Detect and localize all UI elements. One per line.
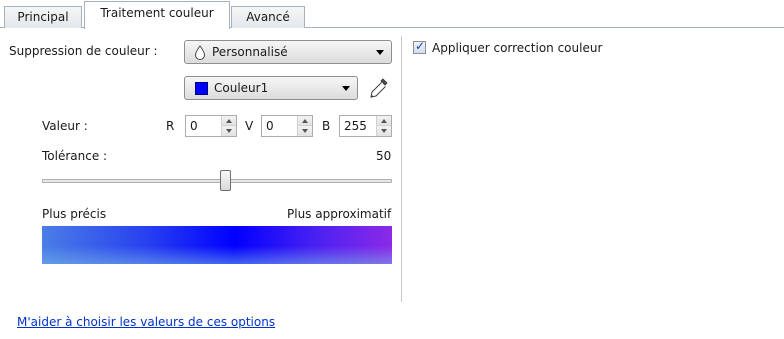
b-decrement-button[interactable] xyxy=(377,126,391,136)
b-value: 255 xyxy=(344,119,367,133)
more-approximate-label: Plus approximatif xyxy=(287,207,392,221)
b-spinner[interactable]: 255 xyxy=(339,115,392,137)
checkmark-icon: ✓ xyxy=(415,39,426,53)
eyedropper-icon[interactable] xyxy=(369,77,389,99)
tolerance-slider-track[interactable] xyxy=(42,179,392,183)
tab-traitement-couleur[interactable]: Traitement couleur xyxy=(84,1,230,29)
v-label: V xyxy=(245,119,254,133)
color-suppression-label: Suppression de couleur : xyxy=(9,44,158,58)
color-select-dropdown[interactable]: Couleur1 xyxy=(184,76,358,100)
r-spinner-buttons xyxy=(221,116,236,136)
v-decrement-button[interactable] xyxy=(298,126,312,136)
r-increment-button[interactable] xyxy=(222,116,236,126)
chevron-down-icon xyxy=(376,50,384,55)
color-suppression-value: Personnalisé xyxy=(212,45,288,59)
b-label: B xyxy=(322,119,331,133)
tab-bar: Principal Traitement couleur Avancé xyxy=(0,0,784,29)
tab-avance[interactable]: Avancé xyxy=(231,6,305,28)
drop-icon xyxy=(194,45,206,60)
v-increment-button[interactable] xyxy=(298,116,312,126)
color-suppression-dropdown[interactable]: Personnalisé xyxy=(184,40,392,64)
b-increment-button[interactable] xyxy=(377,116,391,126)
tolerance-label: Tolérance : xyxy=(42,149,108,163)
help-link[interactable]: M'aider à choisir les valeurs de ces opt… xyxy=(17,315,275,329)
tolerance-slider-thumb[interactable] xyxy=(219,170,231,191)
r-label: R xyxy=(166,119,175,133)
color-select-value: Couleur1 xyxy=(214,81,269,95)
v-spinner-buttons xyxy=(297,116,312,136)
color-swatch xyxy=(195,82,208,95)
color-tolerance-gradient xyxy=(42,226,392,264)
r-spinner[interactable]: 0 xyxy=(185,115,237,137)
panel-divider xyxy=(401,36,402,302)
v-value: 0 xyxy=(266,119,274,133)
v-spinner[interactable]: 0 xyxy=(261,115,313,137)
more-precise-label: Plus précis xyxy=(42,207,107,221)
tolerance-value: 50 xyxy=(376,149,392,163)
b-spinner-buttons xyxy=(376,116,391,136)
apply-correction-label: Appliquer correction couleur xyxy=(432,41,603,55)
apply-correction-checkbox[interactable]: ✓ xyxy=(413,39,426,54)
r-decrement-button[interactable] xyxy=(222,126,236,136)
value-label: Valeur : xyxy=(42,119,88,133)
chevron-down-icon xyxy=(342,86,350,91)
tab-principal[interactable]: Principal xyxy=(4,6,82,28)
r-value: 0 xyxy=(190,119,198,133)
